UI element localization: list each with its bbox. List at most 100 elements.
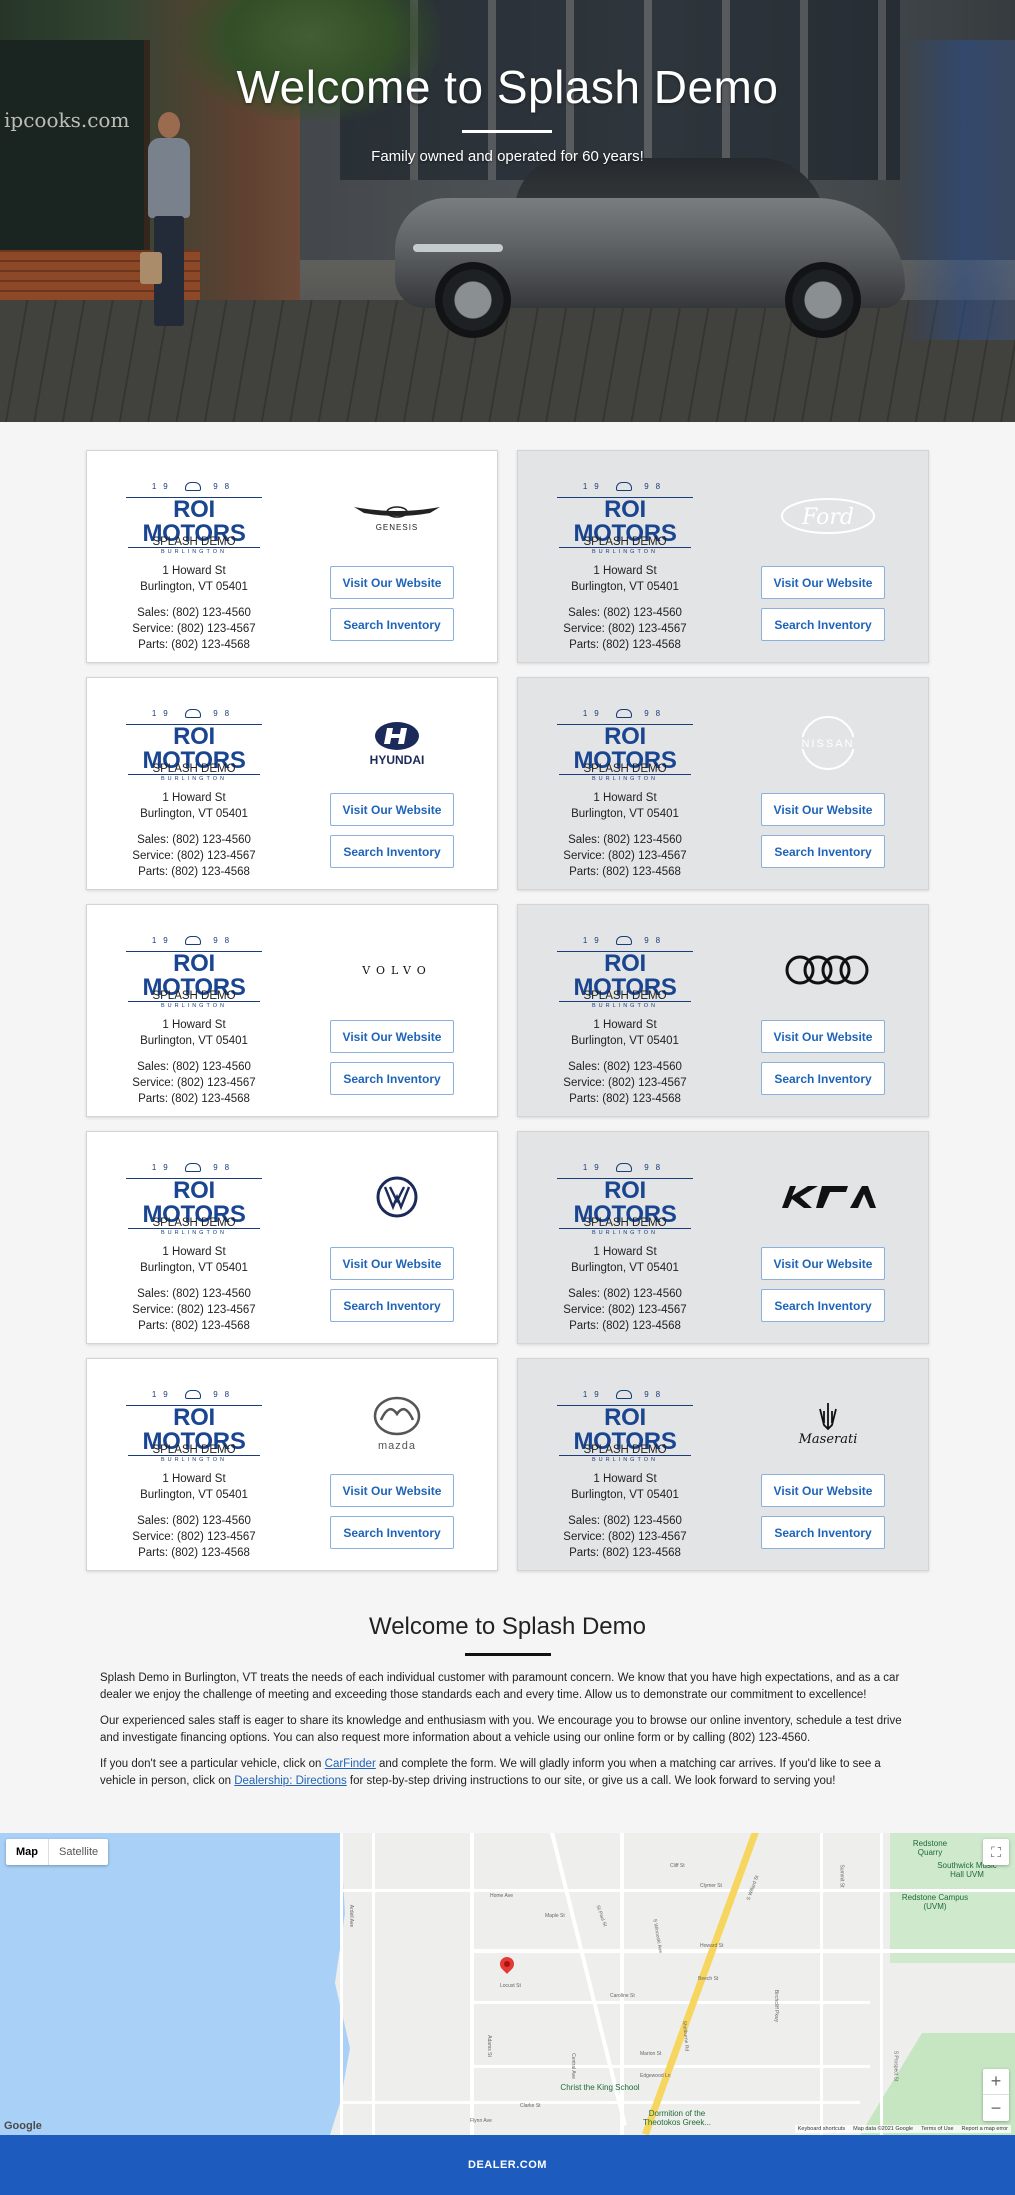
svg-text:HYUNDAI: HYUNDAI bbox=[370, 753, 425, 767]
service-phone: Service: (802) 123-4567 bbox=[563, 850, 687, 862]
dealer-name: SPLASH DEMO bbox=[152, 990, 236, 1002]
search-inventory-button[interactable]: Search Inventory bbox=[761, 608, 885, 641]
street-label: Birchcliff Pkwy bbox=[773, 1989, 780, 2023]
dealership-card-nissan: 19 98 ROI MOTORS BURLINGTON SPLASH DEMO … bbox=[517, 677, 929, 890]
address-line-1: 1 Howard St bbox=[593, 1246, 657, 1258]
logo-year-right: 98 bbox=[213, 1390, 237, 1399]
search-inventory-button[interactable]: Search Inventory bbox=[761, 1062, 885, 1095]
service-phone: Service: (802) 123-4567 bbox=[563, 1531, 687, 1543]
address-line-1: 1 Howard St bbox=[593, 1019, 657, 1031]
dealer-address: 1 Howard St Burlington, VT 05401 bbox=[124, 563, 264, 595]
directions-link[interactable]: Dealership: Directions bbox=[234, 1775, 347, 1787]
svg-text:GENESIS: GENESIS bbox=[376, 523, 419, 532]
search-inventory-button[interactable]: Search Inventory bbox=[330, 835, 454, 868]
dealer-address: 1 Howard St Burlington, VT 05401 bbox=[555, 563, 695, 595]
street-label: Locust St bbox=[500, 1983, 521, 1989]
visit-website-button[interactable]: Visit Our Website bbox=[761, 1247, 885, 1280]
visit-website-button[interactable]: Visit Our Website bbox=[761, 1474, 885, 1507]
sales-phone: Sales: (802) 123-4560 bbox=[137, 1515, 251, 1527]
car-icon bbox=[616, 482, 632, 491]
visit-website-button[interactable]: Visit Our Website bbox=[761, 566, 885, 599]
service-phone: Service: (802) 123-4567 bbox=[132, 850, 256, 862]
road bbox=[372, 1833, 375, 2135]
dealer-phones: Sales: (802) 123-4560 Service: (802) 123… bbox=[545, 1286, 705, 1334]
carfinder-link[interactable]: CarFinder bbox=[325, 1758, 376, 1770]
welcome-title: Welcome to Splash Demo bbox=[368, 1613, 646, 1640]
keyboard-shortcuts-link[interactable]: Keyboard shortcuts bbox=[798, 2126, 845, 2132]
p3-text-c: for step-by-step driving instructions to… bbox=[346, 1775, 836, 1787]
visit-website-button[interactable]: Visit Our Website bbox=[761, 793, 885, 826]
place-label-school[interactable]: Christ the King School bbox=[555, 2083, 645, 2092]
visit-website-button[interactable]: Visit Our Website bbox=[330, 1020, 454, 1053]
search-inventory-button[interactable]: Search Inventory bbox=[330, 1516, 454, 1549]
logo-city: BURLINGTON bbox=[128, 1455, 260, 1463]
place-label-church[interactable]: Dormition of the Theotokos Greek... bbox=[632, 2109, 722, 2127]
p3-text-a: If you don't see a particular vehicle, c… bbox=[100, 1758, 325, 1770]
map-type-map-button[interactable]: Map bbox=[6, 1839, 49, 1865]
visit-website-button[interactable]: Visit Our Website bbox=[330, 1474, 454, 1507]
road bbox=[340, 2101, 860, 2104]
zoom-out-button[interactable]: − bbox=[983, 2095, 1009, 2121]
street-label: St Paul St bbox=[594, 1904, 608, 1928]
terms-of-use-link[interactable]: Terms of Use bbox=[921, 2126, 953, 2132]
visit-website-button[interactable]: Visit Our Website bbox=[330, 566, 454, 599]
genesis-logo-icon: GENESIS bbox=[327, 491, 467, 541]
logo-city: BURLINGTON bbox=[128, 547, 260, 555]
maserati-logo-icon: Maserati bbox=[758, 1399, 898, 1449]
search-inventory-button[interactable]: Search Inventory bbox=[761, 1516, 885, 1549]
parts-phone: Parts: (802) 123-4568 bbox=[138, 1547, 250, 1559]
service-phone: Service: (802) 123-4567 bbox=[132, 623, 256, 635]
google-map[interactable]: S Willard St St Paul St S Winooski Ave H… bbox=[0, 1833, 1015, 2135]
map-type-satellite-button[interactable]: Satellite bbox=[49, 1839, 108, 1865]
address-line-2: Burlington, VT 05401 bbox=[571, 1035, 679, 1047]
address-line-1: 1 Howard St bbox=[593, 565, 657, 577]
sales-phone: Sales: (802) 123-4560 bbox=[568, 1061, 682, 1073]
sales-phone: Sales: (802) 123-4560 bbox=[568, 607, 682, 619]
car-icon bbox=[185, 482, 201, 491]
car-icon bbox=[185, 936, 201, 945]
address-line-2: Burlington, VT 05401 bbox=[140, 808, 248, 820]
dealer-name: SPLASH DEMO bbox=[152, 763, 236, 775]
road bbox=[880, 1833, 883, 2135]
road bbox=[470, 1949, 1015, 1953]
dealership-card-kia: 19 98 ROI MOTORS BURLINGTON SPLASH DEMO … bbox=[517, 1131, 929, 1344]
fullscreen-icon[interactable]: ⛶ bbox=[983, 1839, 1009, 1865]
dealer-address: 1 Howard St Burlington, VT 05401 bbox=[124, 1244, 264, 1276]
google-logo[interactable]: Google bbox=[4, 2120, 42, 2132]
logo-city: BURLINGTON bbox=[559, 1228, 691, 1236]
street-label: Marion St bbox=[640, 2051, 662, 2057]
search-inventory-button[interactable]: Search Inventory bbox=[330, 1062, 454, 1095]
nissan-logo-icon: NISSAN bbox=[758, 716, 898, 770]
logo-year: 19 98 bbox=[124, 482, 264, 494]
dealer-phones: Sales: (802) 123-4560 Service: (802) 123… bbox=[545, 605, 705, 653]
car-icon bbox=[616, 709, 632, 718]
dealer-com-logo[interactable]: DEALER.COM bbox=[468, 2159, 547, 2171]
place-label-campus[interactable]: Redstone Campus (UVM) bbox=[900, 1893, 970, 1911]
dealer-address: 1 Howard St Burlington, VT 05401 bbox=[555, 1017, 695, 1049]
logo-year-right: 98 bbox=[213, 1163, 237, 1172]
zoom-in-button[interactable]: + bbox=[983, 2069, 1009, 2095]
visit-website-button[interactable]: Visit Our Website bbox=[330, 793, 454, 826]
visit-website-button[interactable]: Visit Our Website bbox=[330, 1247, 454, 1280]
logo-year: 19 98 bbox=[555, 936, 695, 948]
car-icon bbox=[616, 1390, 632, 1399]
search-inventory-button[interactable]: Search Inventory bbox=[330, 1289, 454, 1322]
logo-year: 19 98 bbox=[124, 709, 264, 721]
search-inventory-button[interactable]: Search Inventory bbox=[330, 608, 454, 641]
location-pin-icon[interactable] bbox=[497, 1954, 517, 1974]
report-map-error-link[interactable]: Report a map error bbox=[962, 2126, 1008, 2132]
sales-phone: Sales: (802) 123-4560 bbox=[137, 834, 251, 846]
road bbox=[340, 1833, 343, 2135]
dealership-card-mazda: 19 98 ROI MOTORS BURLINGTON SPLASH DEMO … bbox=[86, 1358, 498, 1571]
sales-phone: Sales: (802) 123-4560 bbox=[568, 1288, 682, 1300]
visit-website-button[interactable]: Visit Our Website bbox=[761, 1020, 885, 1053]
parts-phone: Parts: (802) 123-4568 bbox=[569, 1320, 681, 1332]
place-label-redstone[interactable]: Redstone Quarry bbox=[900, 1839, 960, 1857]
logo-year-left: 19 bbox=[582, 709, 606, 718]
logo-year-right: 98 bbox=[213, 482, 237, 491]
welcome-paragraph-2: Our experienced sales staff is eager to … bbox=[100, 1715, 902, 1744]
search-inventory-button[interactable]: Search Inventory bbox=[761, 835, 885, 868]
service-phone: Service: (802) 123-4567 bbox=[132, 1304, 256, 1316]
search-inventory-button[interactable]: Search Inventory bbox=[761, 1289, 885, 1322]
logo-year-right: 98 bbox=[644, 1390, 668, 1399]
